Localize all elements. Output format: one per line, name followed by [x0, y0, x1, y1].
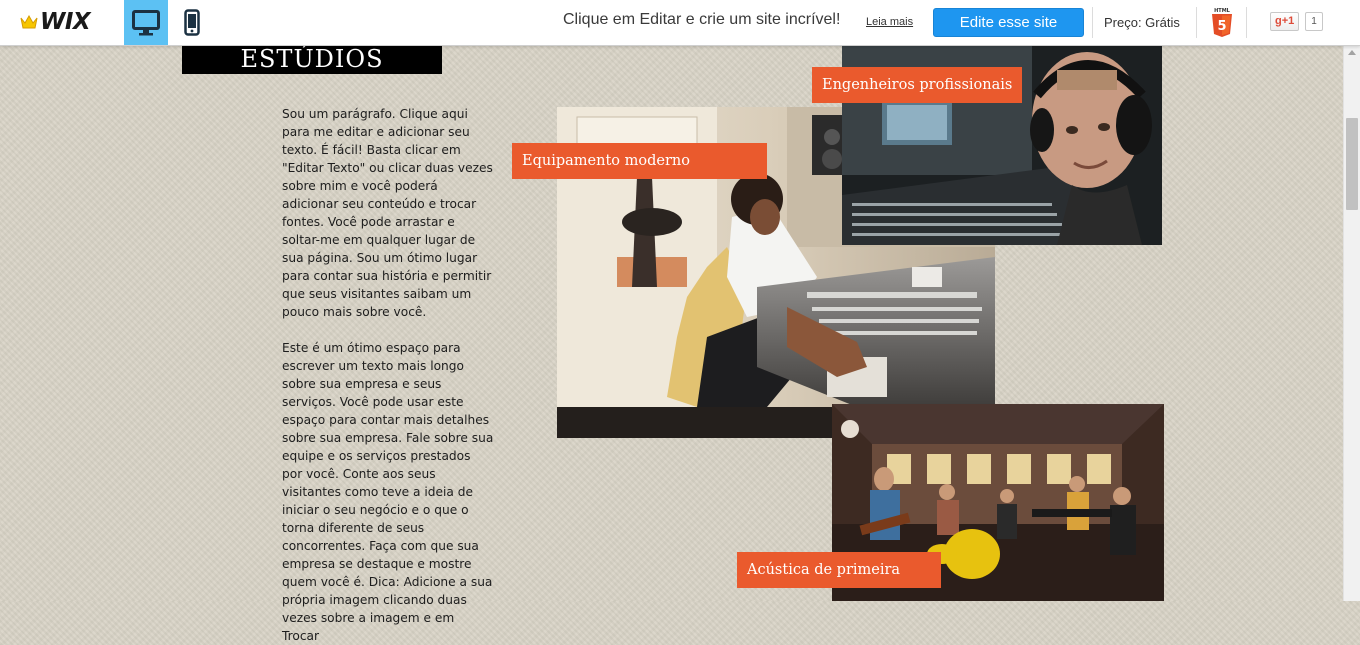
divider — [1246, 7, 1247, 38]
mobile-view-button[interactable] — [170, 0, 214, 45]
learn-more-link[interactable]: Leia mais — [866, 16, 913, 28]
gplus-count: 1 — [1305, 12, 1323, 31]
gplus-label[interactable]: g+1 — [1270, 12, 1300, 31]
scroll-thumb[interactable] — [1346, 118, 1358, 210]
caption-engineers: Engenheiros profissionais — [812, 67, 1022, 103]
google-plus-one-button[interactable]: g+1 1 — [1270, 12, 1323, 31]
divider — [1196, 7, 1197, 38]
divider — [1092, 7, 1093, 38]
caption-equipment: Equipamento moderno — [512, 143, 767, 179]
crown-icon — [20, 14, 38, 29]
edit-site-button[interactable]: Edite esse site — [933, 8, 1084, 37]
section-title-banner: ESTÚDIOS — [182, 45, 442, 74]
scroll-up-arrow-icon[interactable] — [1348, 50, 1356, 55]
promo-text: Clique em Editar e crie um site incrível… — [563, 11, 841, 28]
price-label: Preço: Grátis — [1104, 15, 1180, 30]
section-title: ESTÚDIOS — [240, 45, 384, 73]
top-bar: WIX Clique em Editar e crie um site incr… — [0, 0, 1360, 46]
intro-paragraph: Sou um parágrafo. Clique aqui para me ed… — [282, 107, 493, 319]
svg-text:HTML: HTML — [1214, 8, 1231, 14]
long-paragraph: Este é um ótimo espaço para escrever um … — [282, 341, 494, 643]
wix-logo[interactable]: WIX — [20, 9, 91, 35]
desktop-view-button[interactable] — [124, 0, 168, 45]
mobile-phone-icon — [184, 9, 200, 36]
logo-text: WIX — [40, 9, 91, 35]
svg-text:5: 5 — [1217, 19, 1226, 34]
desktop-monitor-icon — [132, 9, 160, 35]
html5-badge-icon: HTML 5 — [1212, 8, 1232, 37]
caption-acoustics: Acústica de primeira — [737, 552, 941, 588]
page-scrollbar[interactable] — [1343, 45, 1360, 601]
